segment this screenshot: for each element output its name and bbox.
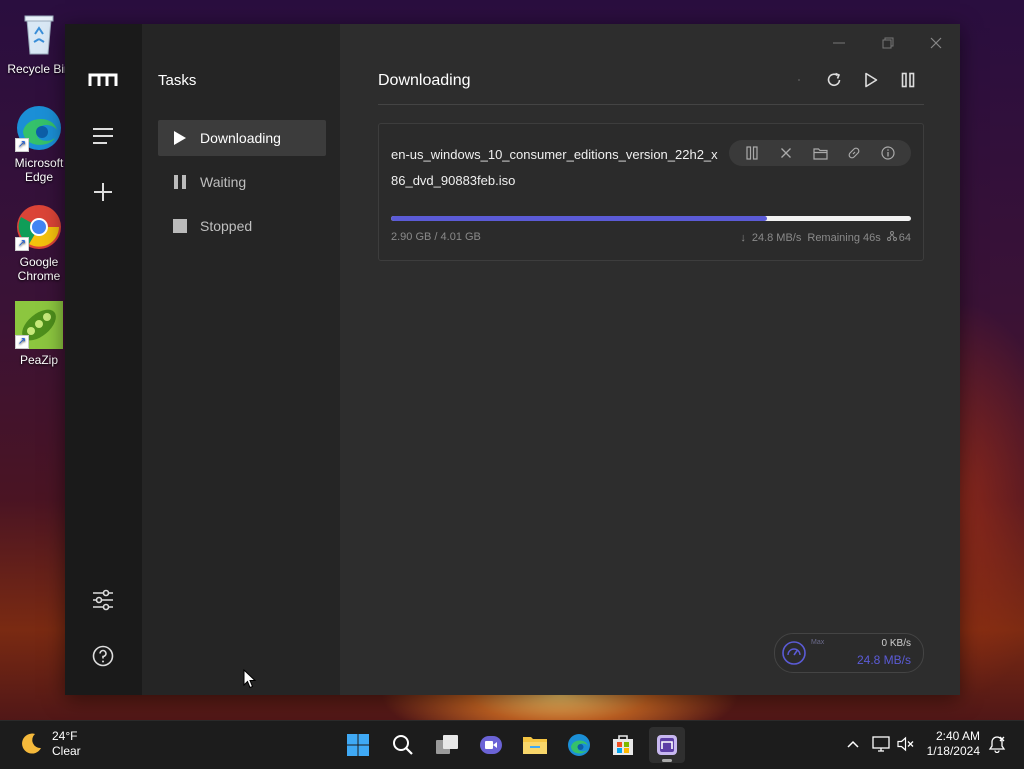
clock-date: 1/18/2024 (926, 744, 980, 758)
task-speed: 24.8 MB/s (751, 231, 802, 244)
resume-all-button[interactable] (859, 68, 883, 92)
file-explorer-button[interactable] (517, 727, 553, 763)
connections-icon (886, 231, 897, 244)
task-pause-button[interactable] (741, 142, 763, 164)
app-rail (65, 24, 142, 695)
volume-button[interactable] (895, 733, 917, 755)
task-size: 2.90 GB / 4.01 GB (391, 231, 481, 243)
search-icon (393, 735, 413, 755)
task-view-button[interactable] (429, 727, 465, 763)
edge-icon (568, 734, 590, 756)
task-item[interactable]: en-us_windows_10_consumer_editions_versi… (378, 123, 924, 261)
teams-chat-button[interactable] (473, 727, 509, 763)
main-panel: Downloading en-us_windows_10_consumer_ed… (340, 24, 960, 695)
task-info-button[interactable] (877, 142, 899, 164)
task-view-icon (436, 735, 458, 754)
store-button[interactable] (605, 727, 641, 763)
motrix-taskbar-button[interactable] (649, 727, 685, 763)
speedometer-label: Max (811, 639, 825, 646)
clock-time: 2:40 AM (935, 729, 980, 743)
task-action-bar (729, 140, 911, 166)
taskbar-search-button[interactable] (385, 727, 421, 763)
peazip-icon: ↗ (15, 301, 63, 349)
sort-indicator-icon (787, 68, 811, 92)
speedometer-icon (782, 641, 806, 665)
task-open-folder-button[interactable] (809, 142, 831, 164)
mouse-cursor-icon (243, 669, 257, 689)
page-title: Downloading (378, 72, 471, 89)
maximize-button[interactable] (871, 32, 905, 54)
teams-icon (480, 736, 502, 754)
refresh-button[interactable] (822, 68, 846, 92)
stop-icon (172, 218, 188, 234)
task-copy-link-button[interactable] (843, 142, 865, 164)
nav-item-label: Downloading (200, 130, 281, 146)
app-logo-icon[interactable] (87, 64, 119, 96)
motrix-window: Tasks Downloading Waiting Stopped Downlo… (65, 24, 960, 695)
system-clock[interactable]: 2:40 AM 1/18/2024 (918, 729, 980, 759)
edge-taskbar-button[interactable] (561, 727, 597, 763)
windows-logo-icon (347, 734, 369, 756)
add-task-icon[interactable] (87, 176, 119, 208)
volume-muted-icon (897, 736, 914, 752)
task-remaining: Remaining 46s (807, 231, 881, 244)
pause-icon (172, 174, 188, 190)
weather-widget[interactable]: 24°F Clear (18, 729, 81, 759)
task-file-name: en-us_windows_10_consumer_editions_versi… (391, 147, 718, 188)
notifications-button[interactable] (986, 733, 1008, 755)
start-button[interactable] (340, 727, 376, 763)
notification-bell-icon (988, 736, 1006, 753)
close-button[interactable] (919, 32, 953, 54)
weather-temp: 24°F (52, 729, 78, 743)
motrix-app-icon (657, 735, 677, 755)
nav-item-waiting[interactable]: Waiting (158, 164, 326, 200)
network-button[interactable] (870, 733, 892, 755)
download-speed-arrow-icon: ↓ (740, 231, 746, 244)
task-filter-panel: Tasks Downloading Waiting Stopped (142, 24, 340, 695)
task-connections: 64 (898, 231, 911, 244)
header-divider (378, 104, 924, 105)
active-app-indicator (662, 759, 672, 762)
folder-icon (523, 737, 547, 754)
download-speed: 24.8 MB/s (856, 653, 911, 667)
taskbar: 24°F Clear 2:40 AM 1/18/2024 (0, 720, 1024, 769)
minimize-button[interactable] (822, 32, 856, 54)
help-icon[interactable] (87, 640, 119, 672)
show-hidden-icons-button[interactable] (842, 733, 864, 755)
pause-all-button[interactable] (896, 68, 920, 92)
network-icon (872, 736, 890, 752)
moon-icon (22, 733, 41, 754)
nav-item-label: Stopped (200, 218, 253, 234)
panel-title: Tasks (158, 72, 197, 89)
nav-item-downloading[interactable]: Downloading (158, 120, 326, 156)
chrome-icon: ↗ (15, 203, 63, 251)
task-delete-button[interactable] (775, 142, 797, 164)
play-icon (172, 130, 188, 146)
task-progress-fill (391, 216, 767, 221)
edge-icon: ↗ (15, 104, 63, 152)
nav-item-stopped[interactable]: Stopped (158, 208, 326, 244)
recycle-bin-icon (15, 10, 63, 58)
speedometer[interactable]: Max 0 KB/s 24.8 MB/s (774, 633, 924, 673)
task-stats: ↓ 24.8 MB/s Remaining 46s 64 (740, 231, 911, 244)
chevron-up-icon (847, 740, 859, 748)
task-progress-bar (391, 216, 911, 221)
preferences-icon[interactable] (87, 584, 119, 616)
upload-speed: 0 KB/s (881, 638, 911, 649)
menu-icon[interactable] (87, 120, 119, 152)
store-icon (613, 735, 633, 755)
weather-condition: Clear (52, 744, 81, 758)
nav-item-label: Waiting (200, 174, 247, 190)
